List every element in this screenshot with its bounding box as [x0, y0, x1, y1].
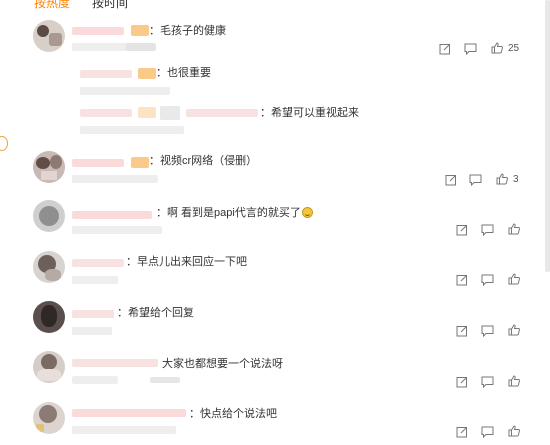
like-button[interactable] — [508, 324, 520, 336]
like-button[interactable] — [508, 273, 520, 285]
comment-meta — [72, 426, 176, 434]
share-button[interactable] — [456, 325, 468, 337]
reply-target-username[interactable] — [186, 109, 258, 117]
like-button[interactable] — [496, 173, 508, 185]
comment-meta — [72, 175, 158, 183]
comment-text: ：毛孩子的健康 — [149, 25, 226, 37]
like-button[interactable] — [508, 375, 520, 387]
thumbs-up-icon — [508, 324, 520, 336]
like-count: 25 — [508, 43, 520, 54]
grinning-emoji-icon — [301, 207, 313, 218]
comment-meta — [72, 327, 112, 335]
comment-icon — [469, 174, 482, 186]
share-icon — [456, 326, 467, 337]
avatar[interactable] — [33, 251, 65, 283]
comment-icon — [481, 426, 494, 438]
comment-icon — [481, 376, 494, 388]
comment-meta — [72, 276, 118, 284]
username[interactable] — [72, 211, 152, 219]
reply-target — [160, 106, 180, 120]
side-marker — [0, 136, 8, 151]
share-icon — [456, 275, 467, 286]
username[interactable] — [72, 259, 124, 267]
like-button[interactable] — [508, 223, 520, 235]
avatar[interactable] — [33, 151, 65, 183]
username[interactable] — [72, 359, 158, 367]
username[interactable] — [72, 310, 114, 318]
comment-text: ：视频cr网络（侵删） — [149, 155, 258, 167]
username[interactable] — [72, 27, 124, 35]
like-count: 3 — [513, 174, 519, 185]
comment-text: ：快点给个说法吧 — [189, 408, 277, 420]
avatar[interactable] — [33, 402, 65, 434]
share-button[interactable] — [439, 43, 451, 55]
comment-button[interactable] — [481, 426, 494, 438]
user-badge — [131, 157, 149, 168]
username[interactable] — [80, 70, 132, 78]
share-button[interactable] — [456, 274, 468, 286]
comment-icon — [464, 43, 477, 55]
thumbs-up-icon — [508, 223, 520, 235]
comment-meta — [126, 43, 156, 51]
user-badge — [138, 107, 156, 118]
comment-icon — [481, 274, 494, 286]
comment-text: ：希望给个回复 — [117, 307, 194, 319]
username[interactable] — [72, 159, 124, 167]
thumbs-up-icon — [491, 42, 503, 54]
comment-button[interactable] — [481, 325, 494, 337]
user-badge — [138, 68, 156, 79]
comment-meta — [72, 226, 162, 234]
share-icon — [456, 427, 467, 438]
like-button[interactable] — [491, 42, 503, 54]
user-badge — [131, 25, 149, 36]
comment-meta — [72, 376, 118, 384]
share-icon — [445, 175, 456, 186]
comment-button[interactable] — [481, 376, 494, 388]
thumbs-up-icon — [508, 273, 520, 285]
username[interactable] — [72, 409, 186, 417]
comment-text: 大家也都想要一个说法呀 — [162, 358, 283, 370]
reply-meta — [80, 126, 184, 134]
thumbs-up-icon — [508, 375, 520, 387]
avatar[interactable] — [33, 351, 65, 383]
comment-text: ：啊 看到是papi代言的就买了 — [156, 206, 313, 220]
reply-meta — [80, 87, 170, 95]
share-button[interactable] — [445, 174, 457, 186]
avatar[interactable] — [33, 200, 65, 232]
share-button[interactable] — [456, 376, 468, 388]
thumbs-up-icon — [496, 173, 508, 185]
share-icon — [456, 377, 467, 388]
share-icon — [439, 44, 450, 55]
thumbs-up-icon — [508, 425, 520, 437]
comment-button[interactable] — [481, 224, 494, 236]
comment-text-content: ：啊 看到是papi代言的就买了 — [156, 207, 301, 219]
comment-text: ：早点儿出来回应一下吧 — [126, 256, 247, 268]
reply-text: ：也很重要 — [156, 67, 211, 79]
scrollbar[interactable] — [545, 0, 550, 272]
comment-button[interactable] — [464, 43, 477, 55]
avatar[interactable] — [33, 20, 65, 52]
avatar[interactable] — [33, 301, 65, 333]
comment-icon — [481, 325, 494, 337]
share-button[interactable] — [456, 426, 468, 438]
comment-icon — [481, 224, 494, 236]
comment-meta — [150, 377, 180, 383]
share-button[interactable] — [456, 224, 468, 236]
tab-sort-by-hot[interactable]: 按热度 — [34, 0, 70, 11]
tab-sort-by-time[interactable]: 按时间 — [92, 0, 128, 11]
username[interactable] — [80, 109, 132, 117]
reply-text: ：希望可以重视起来 — [260, 107, 359, 119]
comment-button[interactable] — [481, 274, 494, 286]
comment-button[interactable] — [469, 174, 482, 186]
like-button[interactable] — [508, 425, 520, 437]
share-icon — [456, 225, 467, 236]
